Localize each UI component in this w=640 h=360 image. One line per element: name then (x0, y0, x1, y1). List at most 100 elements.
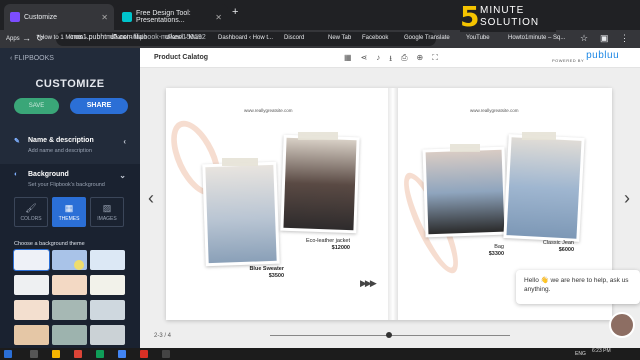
choose-theme-label: Choose a background theme (14, 241, 85, 247)
product-photo (280, 134, 360, 234)
product-price: $3500 (268, 273, 284, 279)
name-description-section[interactable]: ✎ Name & description ‹ Add name and descri… (0, 137, 140, 154)
theme-swatch[interactable] (90, 250, 125, 270)
bookmark-apps[interactable]: Apps (6, 36, 20, 42)
project-title: Product Calatog (154, 54, 209, 61)
explorer-icon[interactable] (52, 350, 60, 358)
product-price: $6000 (558, 247, 574, 253)
share-button[interactable]: SHARE (70, 98, 128, 114)
app-icon[interactable] (140, 350, 148, 358)
tab-colors[interactable]: 🖌 COLORS (14, 197, 48, 227)
product-name: Eco-leather jacket (305, 238, 350, 244)
fullscreen-icon[interactable]: ⛶ (432, 53, 438, 67)
toolbar-icons: ▦ ⋖ ♪ ⭳ ⎙ ⊕ ⛶ (344, 53, 438, 67)
tab-design-tool[interactable]: Free Design Tool: Presentations... ✕ (116, 4, 228, 30)
tab-customize[interactable]: Customize ✕ (4, 4, 114, 30)
search-icon[interactable] (30, 350, 38, 358)
sidebar: ‹ FLIPBOOKS CUSTOMIZE SAVE SHARE ✎ Name &… (0, 48, 140, 348)
close-icon[interactable]: ✕ (101, 13, 108, 22)
powered-by-label: POWERED BY (552, 58, 585, 63)
chrome-icon[interactable] (74, 350, 82, 358)
support-avatar[interactable] (609, 312, 635, 338)
share-icon[interactable]: ⋖ (361, 53, 368, 67)
prev-page-button[interactable]: ‹ (148, 188, 154, 209)
close-icon[interactable]: ✕ (215, 13, 222, 22)
bookmark[interactable]: Dashboard ‹ How t... (218, 35, 273, 41)
chevrons-icon: ▶▶▶ (360, 278, 377, 288)
mouse-cursor (74, 260, 84, 270)
clock-time: 6:23 PM (592, 348, 611, 354)
zoom-icon[interactable]: ⊕ (416, 53, 423, 67)
app-icon[interactable] (162, 350, 170, 358)
app-icon[interactable] (96, 350, 104, 358)
download-icon[interactable]: ⭳ (389, 53, 392, 67)
theme-swatch[interactable] (14, 275, 49, 295)
theme-swatch[interactable] (90, 275, 125, 295)
pencil-icon: ✎ (14, 138, 20, 145)
language-indicator[interactable]: ENG (575, 351, 586, 357)
taskbar: ENG 6:23 PM (0, 348, 640, 360)
left-page-site: www.reallygreatsite.com (244, 108, 293, 113)
canva-icon (122, 12, 132, 22)
page-slider-handle[interactable] (386, 332, 392, 338)
theme-swatch[interactable] (52, 275, 87, 295)
theme-swatch[interactable] (90, 325, 125, 345)
tape (450, 144, 480, 152)
back-to-flipbooks[interactable]: ‹ FLIPBOOKS (10, 55, 54, 62)
product-caption: Classic Jean $6000 (526, 240, 574, 254)
bookmark[interactable]: Howto1minute – Sq... (508, 35, 565, 41)
product-name: Blue Sweater (249, 266, 284, 272)
start-icon[interactable] (4, 350, 12, 358)
next-page-button[interactable]: › (624, 188, 630, 209)
chevron-left-icon: ‹ (123, 137, 126, 146)
theme-swatch[interactable] (14, 300, 49, 320)
chat-bubble[interactable]: Hello 👋 we are here to help, ask us anyt… (516, 270, 640, 304)
bookmark[interactable]: Discord (284, 35, 304, 41)
background-header[interactable]: ◐ Background ⌄ Set your Flipbook's backgro… (0, 171, 140, 188)
section-subtitle: Add name and description (28, 148, 92, 154)
section-title: Background (28, 171, 69, 178)
tab-label: COLORS (20, 216, 42, 222)
preview-toolbar: Product Calatog ▦ ⋖ ♪ ⭳ ⎙ ⊕ ⛶ POWERED BY… (140, 48, 640, 68)
tab-images[interactable]: ▨ IMAGES (90, 197, 124, 227)
grid-icon: ▦ (64, 203, 74, 213)
clock[interactable]: 6:23 PM (592, 349, 611, 354)
extensions-icon[interactable]: ▣ (600, 33, 609, 44)
bookmark[interactable]: cPanel - Main (110, 35, 147, 41)
menu-icon[interactable]: ⋮ (620, 33, 629, 44)
powered-by: POWERED BY publuu (552, 50, 619, 65)
theme-swatch[interactable] (14, 325, 49, 345)
background-mode-tabs: 🖌 COLORS ▦ THEMES ▨ IMAGES (14, 197, 126, 227)
new-tab-button[interactable]: + (232, 6, 238, 18)
thumbnails-icon[interactable]: ▦ (344, 53, 352, 67)
save-button[interactable]: SAVE (14, 98, 59, 114)
bookmark[interactable]: New Tab (328, 35, 351, 41)
palette-icon: ◐ (14, 171, 19, 178)
product-photo (202, 161, 280, 267)
page-title: CUSTOMIZE (35, 78, 105, 90)
product-photo (422, 146, 508, 238)
theme-swatch[interactable] (52, 300, 87, 320)
theme-swatch[interactable] (13, 249, 50, 271)
print-icon[interactable]: ⎙ (401, 53, 407, 67)
theme-swatch[interactable] (90, 300, 125, 320)
star-icon[interactable]: ☆ (580, 33, 588, 44)
right-page-site: www.reallygreatsite.com (470, 108, 519, 113)
tape (298, 132, 338, 140)
bookmark[interactable]: How to 1 Minute -... (40, 35, 92, 41)
forward-icon[interactable]: → (22, 33, 31, 43)
tab-themes[interactable]: ▦ THEMES (52, 197, 86, 227)
product-caption: Blue Sweater $3500 (230, 266, 284, 280)
product-caption: Bag $3300 (458, 244, 504, 258)
bookmark[interactable]: Google Translate (404, 35, 450, 41)
pubhtml5-icon (10, 12, 20, 22)
bookmark[interactable]: Facebook (362, 35, 388, 41)
sound-icon[interactable]: ♪ (376, 53, 380, 67)
page-indicator: 2-3 / 4 (154, 333, 172, 339)
bookmark[interactable]: YouTube (466, 35, 490, 41)
app-icon[interactable] (118, 350, 126, 358)
product-price: $3300 (488, 251, 504, 257)
theme-swatch[interactable] (52, 325, 87, 345)
bookmark[interactable]: cPanel - Main (165, 35, 202, 41)
section-title: Name & description (28, 137, 94, 144)
